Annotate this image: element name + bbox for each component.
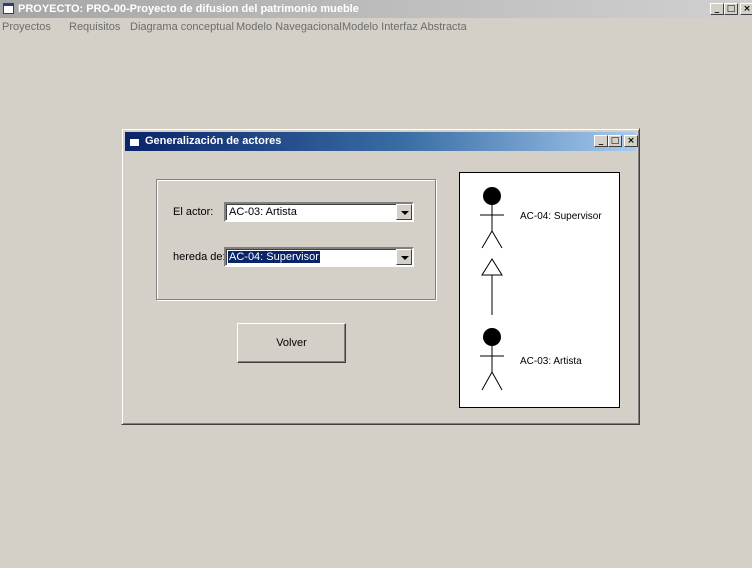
child-actor-stick-figure-icon [480,328,504,391]
close-button[interactable]: × [740,3,752,15]
dialog-maximize-button[interactable]: □ [608,135,622,147]
actor-label: El actor: [173,206,214,218]
menu-modelo-interfaz-abstracta[interactable]: Modelo Interfaz Abstracta [342,21,467,33]
main-title-bar[interactable]: PROYECTO: PRO-00-Proyecto de difusion de… [0,0,752,18]
parent-actor-combobox-chevron-down-icon[interactable] [396,249,412,265]
back-button[interactable]: Volver [237,323,346,363]
maximize-button[interactable]: □ [724,3,738,15]
parent-actor-label: AC-04: Supervisor [520,211,602,222]
actor-combobox-value: AC-03: Artista [229,206,297,218]
main-window-title: PROYECTO: PRO-00-Proyecto de difusion de… [18,3,359,15]
parent-actor-combobox[interactable]: AC-04: Supervisor [224,247,414,267]
app-window-icon [3,3,14,14]
parent-actor-combobox-value: AC-04: Supervisor [228,251,320,263]
dialog-minimize-button[interactable]: _ [594,135,608,147]
actor-combobox[interactable]: AC-03: Artista [224,202,414,222]
actor-combobox-chevron-down-icon[interactable] [396,204,412,220]
dialog-title-bar[interactable]: Generalización de actores _ □ × [125,132,638,151]
generalization-diagram: AC-04: Supervisor AC-03: Artista [459,172,620,408]
menu-diagrama-conceptual[interactable]: Diagrama conceptual [130,21,234,33]
menu-proyectos[interactable]: Proyectos [2,21,51,33]
dialog-title: Generalización de actores [145,135,282,147]
dialog-close-button[interactable]: × [624,135,638,147]
child-actor-label: AC-03: Artista [520,356,582,367]
generalization-diagram-canvas [480,187,504,391]
generalization-arrow-icon [481,258,503,315]
menu-modelo-navegacional[interactable]: Modelo Navegacional [236,21,342,33]
menu-bar: Proyectos Requisitos Diagrama conceptual… [0,18,752,38]
menu-requisitos[interactable]: Requisitos [69,21,120,33]
parent-actor-stick-figure-icon [480,187,504,249]
minimize-button[interactable]: _ [710,3,724,15]
inherits-label: hereda de: [173,251,226,263]
actor-selection-group: El actor: AC-03: Artista hereda de: AC-0… [156,179,436,300]
dialog-window-icon [129,136,140,147]
actor-generalization-dialog: Generalización de actores _ □ × El actor… [121,128,640,425]
